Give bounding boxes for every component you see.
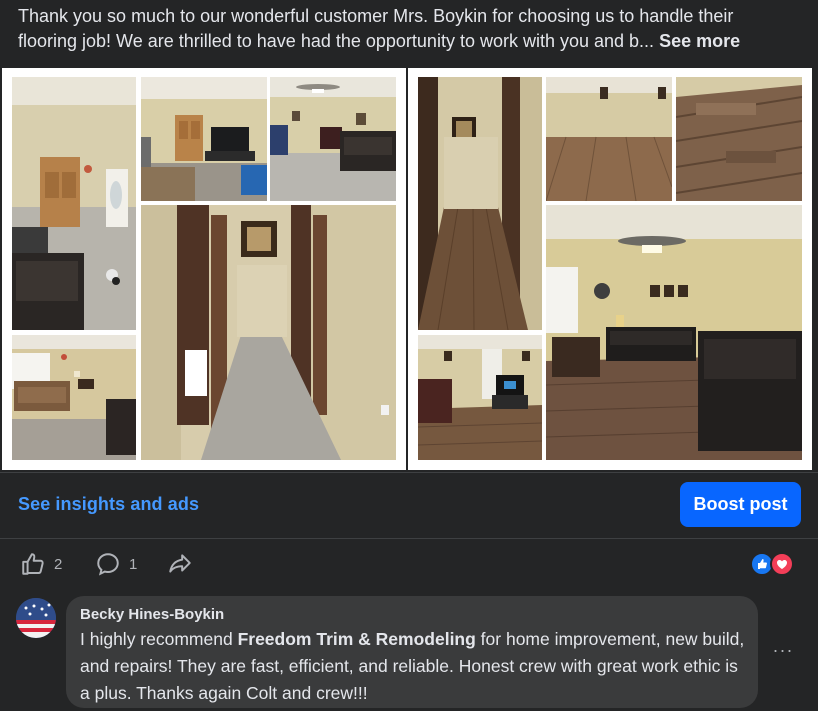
hallway-carpet-photo[interactable] <box>141 205 396 460</box>
hallway-wood-floor-photo[interactable] <box>418 77 542 330</box>
action-divider <box>0 538 818 539</box>
comment-business-name[interactable]: Freedom Trim & Remodeling <box>238 629 476 649</box>
comment-text-before: I highly recommend <box>80 629 238 649</box>
caption-line-2: flooring job! We are thrilled to have ha… <box>18 31 655 51</box>
caption-line-1: Thank you so much to our wonderful custo… <box>18 6 734 26</box>
living-room-tv-photo[interactable] <box>141 77 267 201</box>
living-room-wood-floor-photo[interactable] <box>546 205 802 460</box>
comment-icon <box>97 553 119 576</box>
living-room-sofa-photo[interactable] <box>270 77 396 201</box>
living-room-tv-wood-floor-photo[interactable] <box>418 335 542 460</box>
comment-options-button[interactable]: ··· <box>771 640 795 664</box>
wood-floor-closeup-photo[interactable] <box>676 77 802 201</box>
love-reaction-icon <box>770 552 794 576</box>
like-button[interactable]: 2 <box>20 549 62 579</box>
share-icon <box>169 554 191 573</box>
boost-post-button[interactable]: Boost post <box>680 482 801 527</box>
comment-bubble: Becky Hines-Boykin I highly recommend Fr… <box>66 596 758 708</box>
comment-count: 1 <box>129 555 138 573</box>
thumbs-up-icon <box>22 553 44 575</box>
living-room-armoire-photo[interactable] <box>12 77 136 330</box>
comment-text: I highly recommend Freedom Trim & Remode… <box>80 626 750 707</box>
commenter-avatar[interactable] <box>16 598 56 638</box>
left-photo-collage[interactable] <box>2 68 406 470</box>
see-insights-link[interactable]: See insights and ads <box>18 494 199 515</box>
see-more-link[interactable]: See more <box>659 31 740 51</box>
share-button[interactable] <box>167 549 193 579</box>
like-count: 2 <box>54 555 63 573</box>
reaction-summary[interactable] <box>750 552 796 576</box>
living-room-window-photo[interactable] <box>12 335 136 460</box>
comment-button[interactable]: 1 <box>95 549 137 579</box>
post-divider <box>0 472 818 473</box>
empty-room-wood-floor-photo[interactable] <box>546 77 672 201</box>
post-caption: Thank you so much to our wonderful custo… <box>18 4 808 54</box>
comment-author[interactable]: Becky Hines-Boykin <box>80 606 224 623</box>
right-photo-collage[interactable] <box>408 68 812 470</box>
